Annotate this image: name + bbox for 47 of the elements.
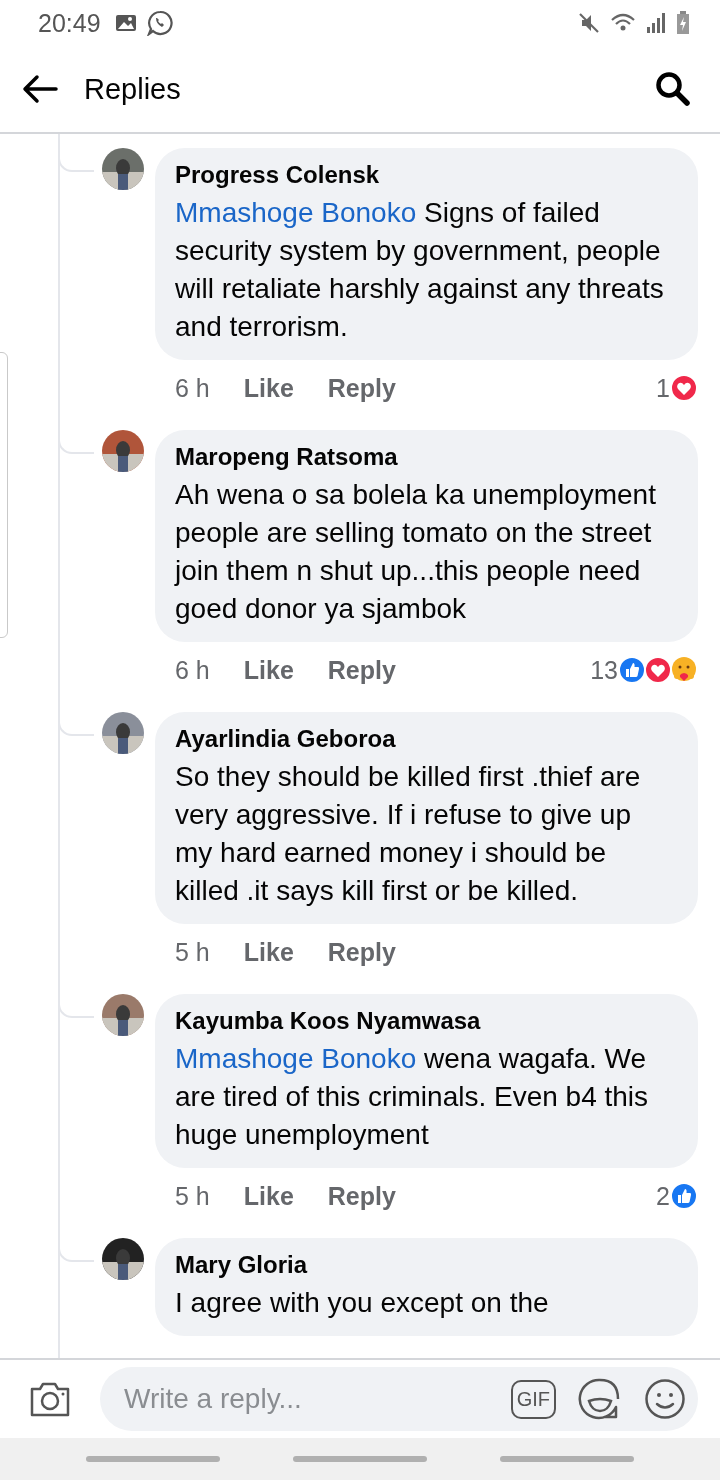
like-button[interactable]: Like xyxy=(243,655,294,685)
comment-text: So they should be killed first .thief are very aggressive. If i refuse to give up my hard earned money i should be killed .it says kill first or be killed. xyxy=(175,760,642,908)
comment-text: Mmashoge Bonoko wena wagafa. We are tired of this criminals. Even b4 this huge unemployment xyxy=(175,1042,650,1152)
hugging-face-icon xyxy=(670,656,698,684)
mention-link[interactable]: Mmashoge Bonoko xyxy=(175,1043,417,1074)
reply-button[interactable]: Reply xyxy=(327,1181,396,1211)
like-button[interactable]: Like xyxy=(243,937,294,967)
reaction-count: 2 xyxy=(656,1181,670,1211)
reaction-count: 1 xyxy=(656,373,670,403)
nav-handle[interactable] xyxy=(293,1456,427,1462)
comment-text: Mmashoge Bonoko Signs of failed security system by government, people will retaliate harshly against any threats and terrorism. xyxy=(175,196,665,344)
nav-handle[interactable] xyxy=(86,1456,221,1462)
comment-author[interactable]: Mary Gloria xyxy=(175,1250,668,1280)
thumbs-up-icon xyxy=(618,656,646,684)
signal-icon xyxy=(646,12,666,34)
status-time: 20:49 xyxy=(38,8,101,38)
comment-time: 6 h xyxy=(175,655,210,685)
thumbs-up-icon xyxy=(670,1182,698,1210)
page-title: Replies xyxy=(84,72,181,106)
back-button[interactable] xyxy=(20,73,60,105)
reply-button[interactable]: Reply xyxy=(327,937,396,967)
sticker-button[interactable] xyxy=(578,1377,622,1421)
battery-icon xyxy=(676,11,690,35)
comment-text: Ah wena o sa bolela ka unemployment people are selling tomato on the street join them n shut up...this people need goed donor ya sjambok xyxy=(175,478,657,626)
comment-time: 5 h xyxy=(175,1181,210,1211)
nav-handle[interactable] xyxy=(499,1456,634,1462)
like-button[interactable]: Like xyxy=(243,1181,294,1211)
reply-button[interactable]: Reply xyxy=(327,373,396,403)
chat-bubble-icon xyxy=(146,10,173,36)
comment-time: 6 h xyxy=(175,373,210,403)
reply-input-field[interactable]: Write a reply... GIF xyxy=(100,1367,698,1431)
search-button[interactable] xyxy=(654,70,692,108)
comment-time: 5 h xyxy=(175,937,210,967)
mention-link[interactable]: Mmashoge Bonoko xyxy=(175,197,417,228)
comment-author[interactable]: Kayumba Koos Nyamwasa xyxy=(175,1006,668,1036)
emoji-button[interactable] xyxy=(644,1378,686,1420)
like-button[interactable]: Like xyxy=(243,373,294,403)
camera-button[interactable] xyxy=(28,1380,72,1418)
reaction-count: 13 xyxy=(590,655,618,685)
gif-button[interactable]: GIF xyxy=(510,1379,556,1419)
comment-author[interactable]: Maropeng Ratsoma xyxy=(175,442,668,472)
image-icon xyxy=(114,13,137,33)
comment-author[interactable]: Ayarlindia Geboroa xyxy=(175,724,668,754)
mute-icon xyxy=(578,12,600,34)
reply-button[interactable]: Reply xyxy=(327,655,396,685)
comment-author[interactable]: Progress Colensk xyxy=(175,160,668,190)
comment-text: I agree with you except on the xyxy=(175,1286,550,1320)
